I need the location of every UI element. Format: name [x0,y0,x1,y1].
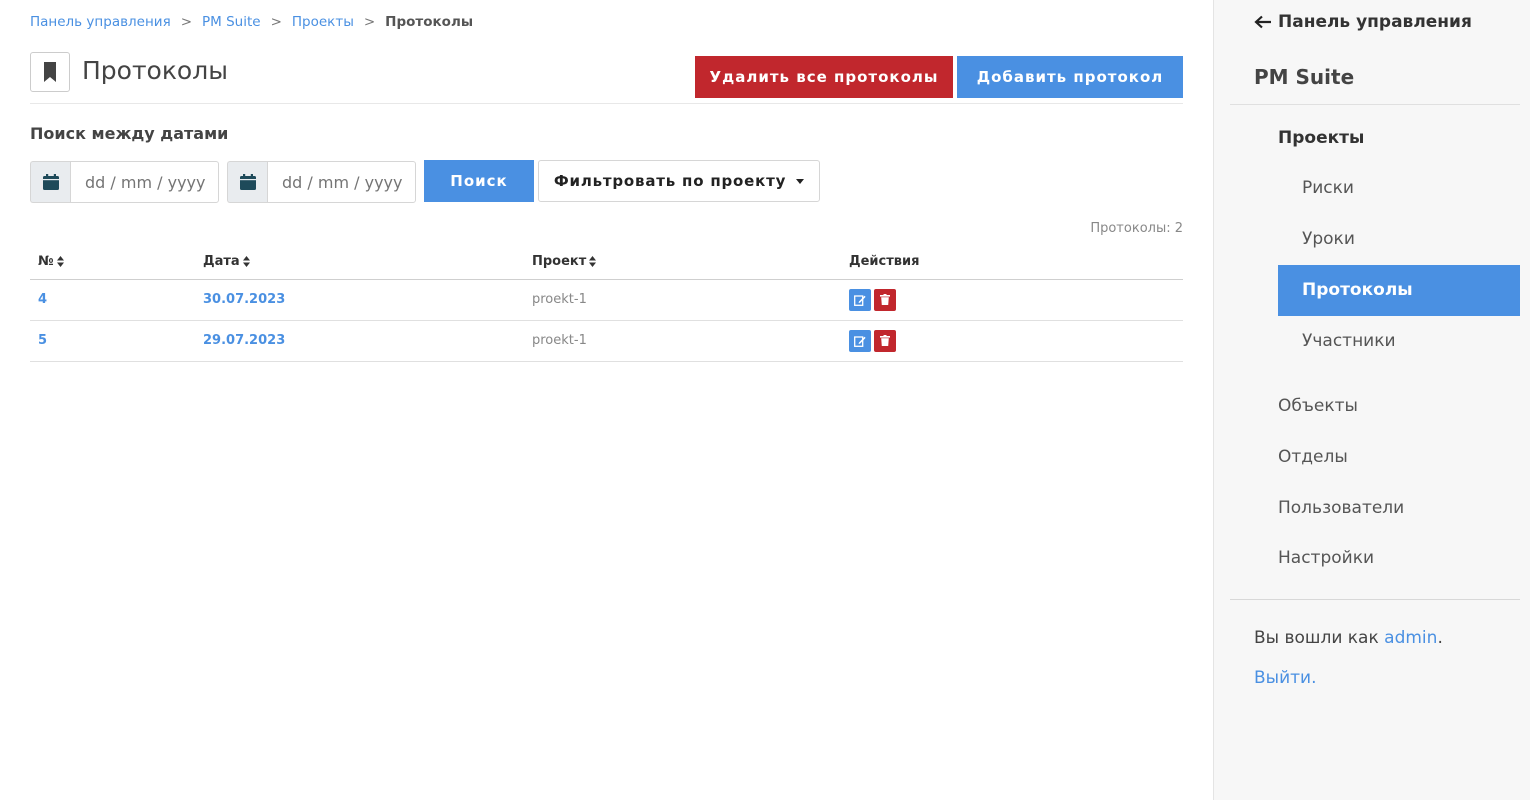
protocol-count: Протоколы: 2 [1090,221,1183,236]
breadcrumb-separator: > [180,14,193,30]
date-to-group [227,161,416,203]
date-from-group [30,161,219,203]
logout-link[interactable]: Выйти. [1254,668,1317,688]
sidebar-item-protocols[interactable]: Протоколы [1278,265,1520,316]
table-header-row: № Дата Проект Действия [30,245,1183,280]
current-user-link[interactable]: admin [1384,628,1437,648]
sidebar-item-risks[interactable]: Риски [1302,178,1354,198]
add-protocol-button[interactable]: Добавить протокол [957,56,1183,98]
sidebar-item-settings[interactable]: Настройки [1278,548,1374,568]
protocol-project: proekt-1 [524,320,841,362]
column-header-number[interactable]: № [30,245,195,280]
sidebar: Панель управления PM Suite Проекты Риски… [1213,0,1530,800]
table-row: 5 29.07.2023 proekt-1 [30,320,1183,362]
calendar-icon[interactable] [227,161,267,203]
sidebar-item-lessons[interactable]: Уроки [1302,229,1355,249]
divider [1230,599,1520,600]
protocol-project: proekt-1 [524,279,841,321]
sort-icon [242,256,250,268]
breadcrumb-projects[interactable]: Проекты [292,14,354,30]
trash-icon[interactable] [874,288,896,311]
page-header: Протоколы Удалить все протоколы Добавить… [30,52,1183,104]
delete-all-protocols-button[interactable]: Удалить все протоколы [695,56,953,98]
caret-down-icon [796,178,805,184]
table-row: 4 30.07.2023 proekt-1 [30,279,1183,321]
search-button[interactable]: Поиск [424,160,534,202]
sidebar-item-users[interactable]: Пользователи [1278,498,1404,518]
calendar-icon[interactable] [30,161,70,203]
breadcrumb-dashboard[interactable]: Панель управления [30,14,171,30]
date-to-input[interactable] [267,161,416,203]
breadcrumb-current: Протоколы [385,14,474,30]
protocol-id-link[interactable]: 5 [38,333,47,348]
column-header-date[interactable]: Дата [195,245,524,280]
main-content: Панель управления > PM Suite > Проекты >… [0,0,1213,800]
protocol-date-link[interactable]: 30.07.2023 [203,292,285,307]
sidebar-item-projects[interactable]: Проекты [1278,128,1364,148]
sidebar-back-label: Панель управления [1278,12,1472,32]
sidebar-item-objects[interactable]: Объекты [1278,396,1358,416]
sort-icon [56,256,64,268]
protocols-table: № Дата Проект Действия 4 30.07.2023 proe… [30,245,1183,362]
sort-icon [589,256,597,268]
divider [1230,104,1520,105]
sidebar-back-link[interactable]: Панель управления [1254,12,1472,32]
filter-by-project-dropdown[interactable]: Фильтровать по проекту [538,160,820,202]
column-header-actions: Действия [841,245,1183,280]
login-prefix: Вы вошли как [1254,628,1379,648]
protocol-id-link[interactable]: 4 [38,292,47,307]
sidebar-app-name: PM Suite [1254,65,1355,89]
date-from-input[interactable] [70,161,219,203]
edit-icon[interactable] [849,288,871,311]
arrow-left-icon [1254,15,1271,29]
breadcrumb-separator: > [363,14,376,30]
filter-label: Фильтровать по проекту [553,172,787,190]
date-search-label: Поиск между датами [30,124,229,143]
edit-icon[interactable] [849,329,871,352]
breadcrumb-pm-suite[interactable]: PM Suite [202,14,261,30]
page-title: Протоколы [82,56,228,85]
column-header-project[interactable]: Проект [524,245,841,280]
breadcrumb: Панель управления > PM Suite > Проекты >… [30,14,473,30]
bookmark-icon [30,52,70,92]
breadcrumb-separator: > [270,14,282,30]
sidebar-item-participants[interactable]: Участники [1302,331,1396,351]
trash-icon[interactable] [874,329,896,352]
sidebar-item-departments[interactable]: Отделы [1278,447,1348,467]
login-status: Вы вошли как admin. [1254,628,1443,648]
login-suffix: . [1437,628,1443,648]
protocol-date-link[interactable]: 29.07.2023 [203,333,285,348]
sidebar-item-label: Протоколы [1302,280,1413,300]
